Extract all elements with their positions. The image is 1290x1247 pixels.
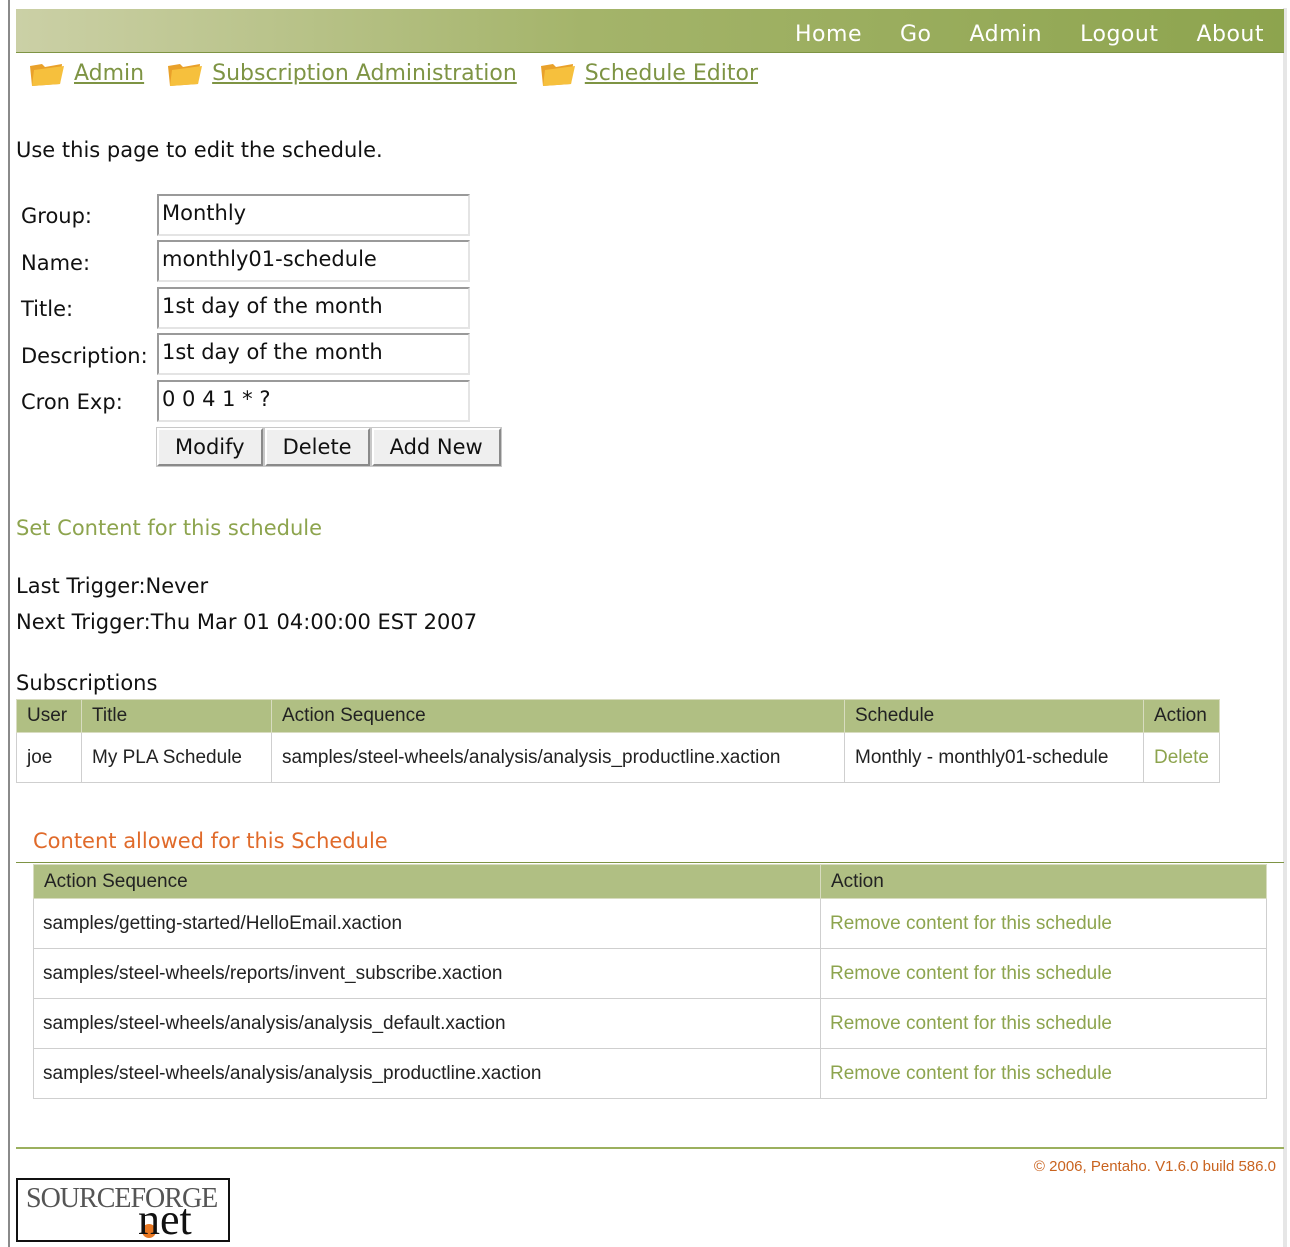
- remove-content-link[interactable]: Remove content for this schedule: [820, 1048, 1267, 1099]
- cell-action-sequence: samples/steel-wheels/analysis/analysis_p…: [271, 732, 845, 783]
- form-buttons: Modify Delete Add New: [156, 427, 502, 467]
- table-row: samples/steel-wheels/reports/invent_subs…: [33, 948, 1267, 999]
- nav-logout[interactable]: Logout: [1080, 22, 1158, 47]
- folder-icon: [168, 64, 203, 86]
- delete-subscription-link[interactable]: Delete: [1143, 732, 1220, 783]
- top-banner: Home Go Admin Logout About: [16, 9, 1284, 53]
- allowed-content-table: Action Sequence Action samples/getting-s…: [33, 864, 1267, 1099]
- nav-go[interactable]: Go: [900, 22, 932, 47]
- cell-action-sequence: samples/steel-wheels/reports/invent_subs…: [33, 948, 821, 999]
- cron-expression-input[interactable]: [157, 380, 470, 422]
- sourceforge-logo-net: net: [138, 1195, 192, 1242]
- divider: [16, 862, 1284, 863]
- description-input[interactable]: [157, 333, 470, 375]
- description-label: Description:: [21, 344, 148, 368]
- cell-action-sequence: samples/steel-wheels/analysis/analysis_p…: [33, 1048, 821, 1099]
- nav-about[interactable]: About: [1196, 22, 1264, 47]
- last-trigger: Last Trigger:Never: [16, 574, 209, 598]
- page-instructions: Use this page to edit the schedule.: [16, 138, 383, 162]
- breadcrumb-item-admin: Admin: [28, 58, 144, 88]
- column-header-action-sequence: Action Sequence: [271, 699, 845, 733]
- delete-button[interactable]: Delete: [263, 427, 371, 467]
- table-row: samples/getting-started/HelloEmail.xacti…: [33, 898, 1267, 949]
- column-header-action-sequence: Action Sequence: [33, 864, 821, 899]
- cell-action-sequence: samples/getting-started/HelloEmail.xacti…: [33, 898, 821, 949]
- column-header-schedule: Schedule: [844, 699, 1144, 733]
- column-header-title: Title: [81, 699, 272, 733]
- title-input[interactable]: [157, 287, 470, 329]
- breadcrumb-link-admin[interactable]: Admin: [74, 61, 144, 86]
- cell-user: joe: [16, 732, 82, 783]
- subscriptions-heading: Subscriptions: [16, 671, 158, 695]
- breadcrumb-item-schedule-editor: Schedule Editor: [539, 58, 758, 88]
- add-new-button[interactable]: Add New: [370, 427, 502, 467]
- breadcrumb: Admin Subscription Administration Schedu…: [28, 58, 780, 88]
- title-label: Title:: [21, 297, 74, 321]
- folder-icon: [30, 64, 64, 86]
- set-content-link[interactable]: Set Content for this schedule: [16, 516, 322, 540]
- right-border: [1283, 8, 1287, 1247]
- name-input[interactable]: [157, 240, 470, 282]
- cell-schedule: Monthly - monthly01-schedule: [844, 732, 1144, 783]
- table-row: joe My PLA Schedule samples/steel-wheels…: [16, 732, 1220, 783]
- folder-icon: [540, 64, 575, 86]
- cell-title: My PLA Schedule: [81, 732, 272, 783]
- remove-content-link[interactable]: Remove content for this schedule: [820, 998, 1267, 1049]
- table-row: samples/steel-wheels/analysis/analysis_d…: [33, 998, 1267, 1049]
- breadcrumb-item-subscription-administration: Subscription Administration: [166, 58, 517, 88]
- remove-content-link[interactable]: Remove content for this schedule: [820, 948, 1267, 999]
- allowed-content-heading: Content allowed for this Schedule: [33, 829, 388, 853]
- subscriptions-table: User Title Action Sequence Schedule Acti…: [16, 699, 1220, 783]
- copyright-text: © 2006, Pentaho. V1.6.0 build 586.0: [1033, 1158, 1276, 1175]
- cron-expression-label: Cron Exp:: [21, 390, 123, 414]
- nav-admin[interactable]: Admin: [970, 22, 1043, 47]
- sourceforge-logo[interactable]: SOURCEFORGE net: [16, 1178, 230, 1242]
- table-header-row: User Title Action Sequence Schedule Acti…: [16, 699, 1220, 733]
- column-header-action: Action: [820, 864, 1267, 899]
- next-trigger: Next Trigger:Thu Mar 01 04:00:00 EST 200…: [16, 610, 478, 634]
- breadcrumb-link-schedule-editor[interactable]: Schedule Editor: [585, 61, 758, 86]
- cell-action-sequence: samples/steel-wheels/analysis/analysis_d…: [33, 998, 821, 1049]
- table-header-row: Action Sequence Action: [33, 864, 1267, 899]
- nav-home[interactable]: Home: [795, 22, 862, 47]
- left-border: [8, 0, 10, 1247]
- group-input[interactable]: [157, 194, 470, 236]
- modify-button[interactable]: Modify: [156, 427, 264, 467]
- breadcrumb-link-subscription-administration[interactable]: Subscription Administration: [212, 61, 517, 86]
- remove-content-link[interactable]: Remove content for this schedule: [820, 898, 1267, 949]
- column-header-user: User: [16, 699, 82, 733]
- group-label: Group:: [21, 204, 93, 228]
- footer-divider: [16, 1147, 1284, 1149]
- top-navigation: Home Go Admin Logout About: [795, 22, 1264, 47]
- name-label: Name:: [21, 251, 91, 275]
- column-header-action: Action: [1143, 699, 1220, 733]
- table-row: samples/steel-wheels/analysis/analysis_p…: [33, 1048, 1267, 1099]
